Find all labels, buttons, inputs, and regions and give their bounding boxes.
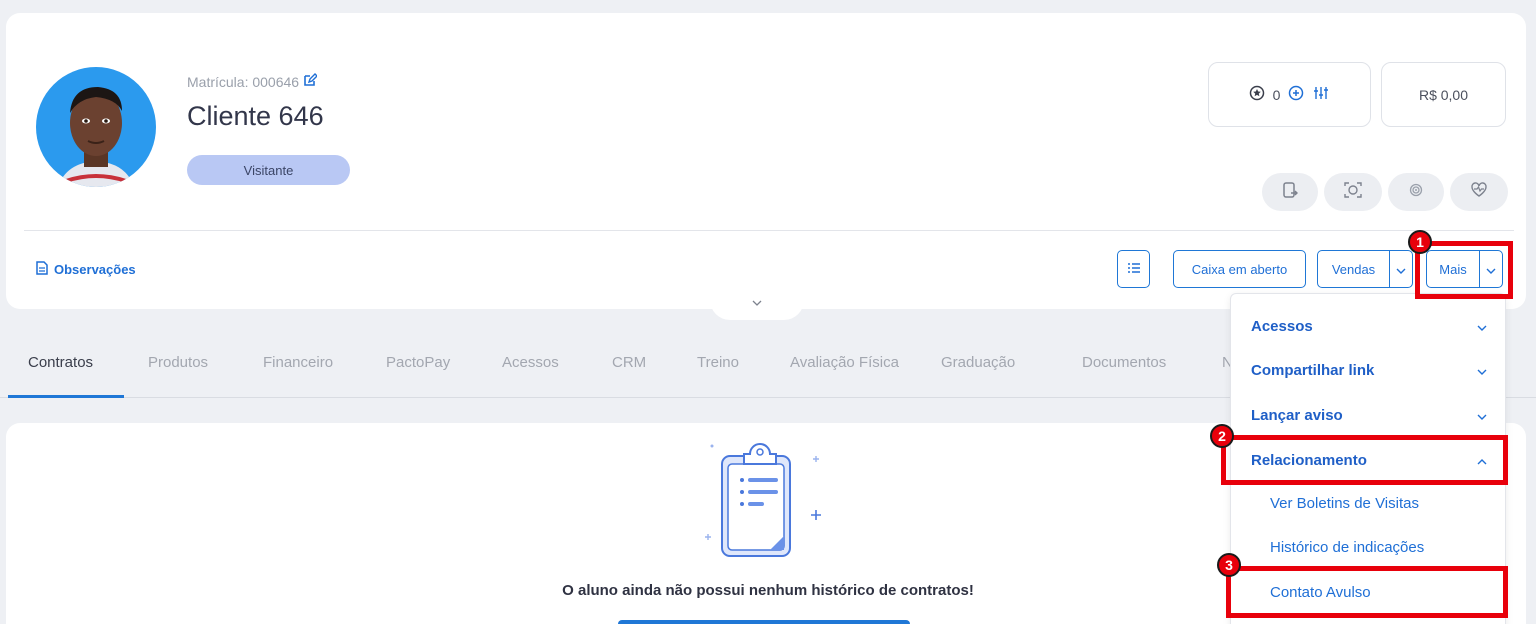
- menu-item-label: Compartilhar link: [1251, 362, 1375, 379]
- points-icon: [1249, 85, 1265, 104]
- tab-financeiro[interactable]: Financeiro: [263, 354, 333, 371]
- matricula-text: Matrícula: 000646: [187, 73, 300, 90]
- submenu-item-ver-boletins[interactable]: Ver Boletins de Visitas: [1270, 495, 1419, 512]
- expand-profile-button[interactable]: [710, 284, 804, 320]
- list-icon: [1127, 262, 1141, 277]
- status-badge: Visitante: [187, 155, 350, 185]
- menu-item-lancar-aviso[interactable]: Lançar aviso: [1251, 407, 1487, 424]
- health-button[interactable]: [1450, 173, 1508, 211]
- fingerprint-button[interactable]: [1388, 173, 1444, 211]
- tab-contratos[interactable]: Contratos: [28, 354, 93, 371]
- clipboard-illustration-icon: [700, 438, 830, 568]
- balance-box: R$ 0,00: [1381, 62, 1506, 127]
- divider: [24, 230, 1514, 231]
- menu-item-acessos[interactable]: Acessos: [1251, 318, 1487, 335]
- highlight-box-mais: [1415, 241, 1513, 299]
- points-value: 0: [1272, 86, 1281, 103]
- chevron-down-icon: [752, 293, 762, 311]
- menu-item-label: Acessos: [1251, 318, 1313, 335]
- menu-item-compartilhar-link[interactable]: Compartilhar link: [1251, 362, 1487, 379]
- observacoes-link[interactable]: Observações: [36, 261, 136, 278]
- step-marker-1: 1: [1408, 230, 1432, 254]
- vendas-button[interactable]: Vendas: [1317, 250, 1390, 288]
- avatar: [36, 67, 156, 187]
- chevron-down-icon: [1477, 407, 1487, 424]
- chevron-down-icon: [1477, 318, 1487, 335]
- client-name: Cliente 646: [187, 101, 324, 131]
- matricula-label: Matrícula: 000646: [187, 73, 319, 90]
- balance-value: R$ 0,00: [1418, 86, 1469, 103]
- export-button[interactable]: [1262, 173, 1318, 211]
- face-id-icon: [1344, 181, 1362, 204]
- add-contract-button[interactable]: [618, 620, 910, 624]
- tab-treino[interactable]: Treino: [697, 354, 739, 371]
- tab-graduacao[interactable]: Graduação: [941, 354, 1015, 371]
- step-marker-2: 2: [1210, 424, 1234, 448]
- highlight-box-contato-avulso: [1226, 566, 1508, 618]
- caixa-em-aberto-button[interactable]: Caixa em aberto: [1173, 250, 1306, 288]
- list-button[interactable]: [1117, 250, 1150, 288]
- observacoes-label: Observações: [54, 262, 136, 277]
- submenu-item-historico-indicacoes[interactable]: Histórico de indicações: [1270, 539, 1424, 556]
- adjust-points-icon[interactable]: [1312, 85, 1330, 104]
- active-tab-indicator: [8, 395, 124, 398]
- chevron-down-icon: [1396, 262, 1406, 277]
- edit-icon[interactable]: [303, 73, 319, 90]
- vendas-dropdown-toggle[interactable]: [1389, 250, 1413, 288]
- tab-pactopay[interactable]: PactoPay: [386, 354, 450, 371]
- tab-produtos[interactable]: Produtos: [148, 354, 208, 371]
- client-profile-card: Matrícula: 000646 Cliente 646 Visitante …: [6, 13, 1526, 309]
- fingerprint-icon: [1409, 183, 1423, 202]
- step-marker-3: 3: [1217, 553, 1241, 577]
- heart-pulse-icon: [1470, 181, 1488, 203]
- tab-avaliacao-fisica[interactable]: Avaliação Física: [790, 354, 899, 371]
- points-box: 0: [1208, 62, 1371, 127]
- tab-acessos[interactable]: Acessos: [502, 354, 559, 371]
- tab-documentos[interactable]: Documentos: [1082, 354, 1166, 371]
- tab-crm[interactable]: CRM: [612, 354, 646, 371]
- face-recognition-button[interactable]: [1324, 173, 1382, 211]
- chevron-down-icon: [1477, 362, 1487, 379]
- document-icon: [36, 261, 48, 278]
- menu-item-label: Lançar aviso: [1251, 407, 1343, 424]
- add-points-icon[interactable]: [1288, 85, 1304, 104]
- highlight-box-relacionamento: [1221, 435, 1508, 485]
- export-icon: [1282, 181, 1298, 204]
